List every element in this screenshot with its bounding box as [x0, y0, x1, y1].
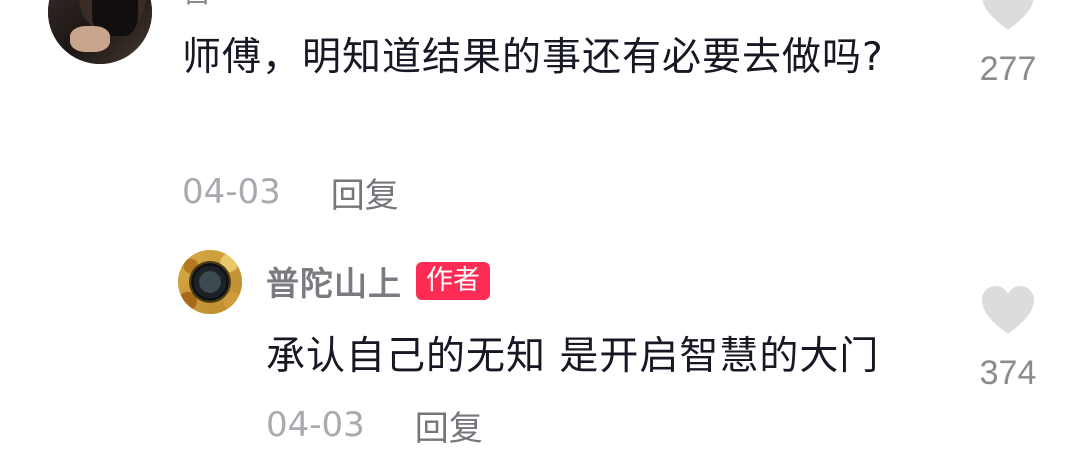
reply-meta: 04-03 回复	[266, 401, 483, 450]
heart-icon	[982, 286, 1034, 334]
reply-like-button[interactable]: 374	[972, 284, 1044, 404]
like-count: 374	[979, 354, 1037, 392]
reply-date: 04-03	[266, 405, 365, 445]
comment-meta: 04-03 回复	[182, 168, 399, 217]
comment-username[interactable]: 吾	[182, 0, 222, 8]
reply-text: 承认自己的无知 是开启智慧的大门	[266, 334, 880, 379]
avatar[interactable]	[48, 0, 152, 64]
reply-button[interactable]: 回复	[415, 401, 483, 450]
reply-button[interactable]: 回复	[331, 168, 399, 217]
comment-username-text: 吾	[182, 0, 212, 8]
reply-username[interactable]: 普陀山上	[266, 257, 402, 305]
like-count: 277	[979, 50, 1037, 88]
comment-date: 04-03	[182, 172, 281, 212]
avatar-window	[191, 263, 229, 301]
heart-icon	[982, 0, 1034, 30]
comment-text: 师傅，明知道结果的事还有必要去做吗?	[182, 35, 884, 80]
author-badge: 作者	[416, 262, 490, 300]
like-button[interactable]: 277	[972, 0, 1044, 110]
reply-author-row: 普陀山上 作者	[266, 258, 490, 304]
comment-item: 吾 师傅，明知道结果的事还有必要去做吗? 04-03 回复 277	[0, 0, 1080, 240]
avatar-hand	[70, 26, 110, 52]
reply-avatar[interactable]	[178, 250, 242, 314]
